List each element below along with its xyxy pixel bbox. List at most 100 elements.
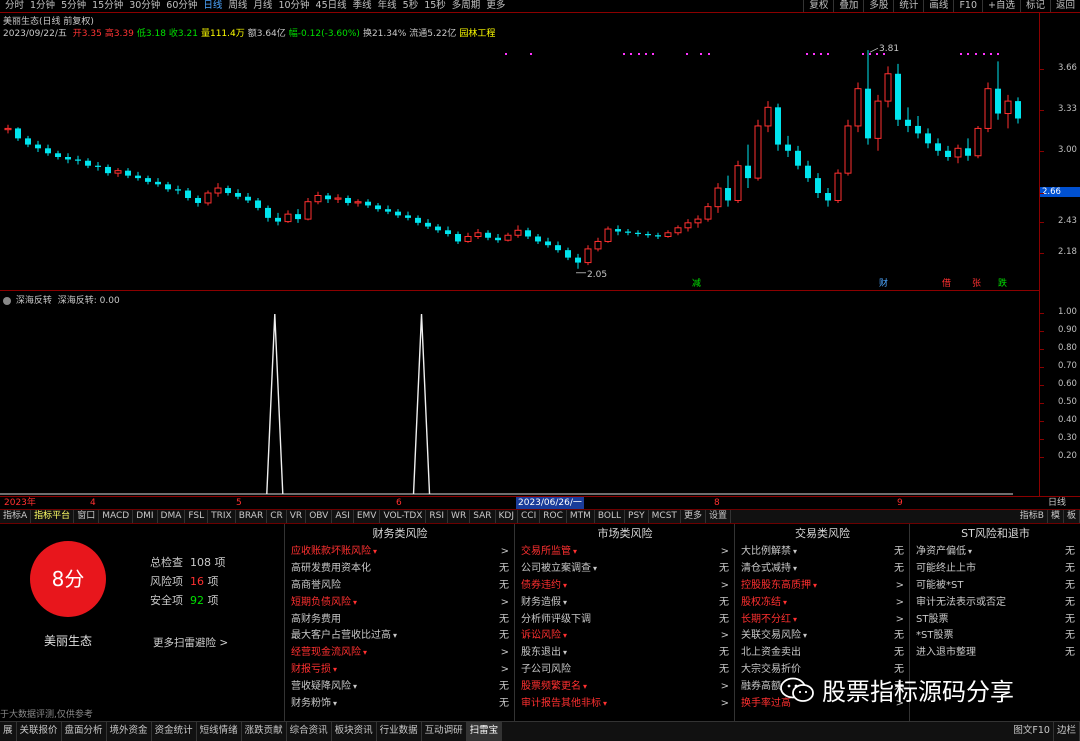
toolbar-button[interactable]: 复权 xyxy=(803,0,833,12)
period-tab[interactable]: 5秒 xyxy=(400,0,422,12)
indicator-tab[interactable]: PSY xyxy=(625,510,649,523)
risk-item[interactable]: 大比例解禁 ▾ 无 xyxy=(735,544,910,561)
bottom-tab[interactable]: 行业数据 xyxy=(377,722,422,741)
candlestick-chart[interactable]: 3.81 2.05 减 财 借 张 跌 xyxy=(0,13,1039,290)
indicator-tab[interactable]: ASI xyxy=(332,510,354,523)
bottom-right-button[interactable]: 图文F10 xyxy=(1010,722,1054,741)
period-tab[interactable]: 季线 xyxy=(350,0,375,12)
toolbar-button[interactable]: +自选 xyxy=(982,0,1020,12)
indicator-tab[interactable]: MACD xyxy=(99,510,134,523)
risk-item[interactable]: 股票频繁更名 ▾ > xyxy=(515,679,735,696)
period-tab[interactable]: 45日线 xyxy=(313,0,350,12)
toolbar-button[interactable]: 统计 xyxy=(893,0,923,12)
risk-item[interactable]: 进入退市整理 无 xyxy=(910,645,1080,662)
risk-item[interactable]: 交易所监管 ▾ > xyxy=(515,544,735,561)
risk-item[interactable]: 高商誉风险 无 xyxy=(285,578,515,595)
toolbar-button[interactable]: 叠加 xyxy=(833,0,863,12)
risk-item[interactable]: 股权冻结 ▾ > xyxy=(735,595,910,612)
indicator-tab[interactable]: DMI xyxy=(133,510,158,523)
indicator-tab[interactable]: RSI xyxy=(426,510,449,523)
indicator-tab[interactable]: 设置 xyxy=(706,510,731,523)
bottom-tab[interactable]: 互动调研 xyxy=(422,722,467,741)
risk-item[interactable]: 应收账款坏账风险 ▾ > xyxy=(285,544,515,561)
period-tab[interactable]: 周线 xyxy=(225,0,250,12)
toolbar-button[interactable]: 多股 xyxy=(863,0,893,12)
period-tab[interactable]: 多周期 xyxy=(449,0,484,12)
bottom-tab[interactable]: 资金统计 xyxy=(152,722,197,741)
period-tab[interactable]: 月线 xyxy=(250,0,275,12)
indicator-tab[interactable]: TRIX xyxy=(208,510,236,523)
bottom-tab[interactable]: 涨跌贡献 xyxy=(242,722,287,741)
period-tab[interactable]: 5分钟 xyxy=(58,0,89,12)
period-tab[interactable]: 15秒 xyxy=(421,0,449,12)
indicator-tab[interactable]: 指标平台 xyxy=(31,510,75,523)
indicator-tab[interactable]: BRAR xyxy=(236,510,268,523)
risk-item[interactable]: 股东退出 ▾ 无 xyxy=(515,645,735,662)
indicator-tab[interactable]: VOL-TDX xyxy=(380,510,427,523)
risk-item[interactable]: 净资产偏低 ▾ 无 xyxy=(910,544,1080,561)
toolbar-button[interactable]: 画线 xyxy=(923,0,953,12)
indicator-tab[interactable]: KDJ xyxy=(496,510,518,523)
more-scan-link[interactable]: 更多扫雷避险 > xyxy=(153,635,228,650)
risk-item[interactable]: 财务粉饰 ▾ 无 xyxy=(285,696,515,713)
risk-item[interactable]: 债券违约 ▾ > xyxy=(515,578,735,595)
indicator-tab[interactable]: VR xyxy=(287,510,307,523)
risk-item[interactable]: 北上资金卖出 无 xyxy=(735,645,910,662)
risk-item[interactable]: 审计无法表示或否定 无 xyxy=(910,595,1080,612)
indicator-tab-right-button[interactable]: 板 xyxy=(1064,510,1080,523)
indicator-tab[interactable]: DMA xyxy=(158,510,186,523)
period-tab[interactable]: 1分钟 xyxy=(27,0,58,12)
indicator-tab[interactable]: MTM xyxy=(567,510,595,523)
indicator-panel[interactable]: 深海反转 深海反转: 0.00 xyxy=(0,290,1040,496)
risk-item[interactable]: 财务造假 ▾ 无 xyxy=(515,595,735,612)
period-tab[interactable]: 分时 xyxy=(2,0,27,12)
bottom-right-button[interactable]: 边栏 xyxy=(1054,722,1080,741)
period-tab[interactable]: 日线 xyxy=(200,0,225,12)
indicator-tab[interactable]: SAR xyxy=(470,510,496,523)
indicator-tab[interactable]: 指标A xyxy=(0,510,32,523)
bottom-tab[interactable]: 境外资金 xyxy=(107,722,152,741)
risk-item[interactable]: 营收疑降风险 ▾ 无 xyxy=(285,679,515,696)
risk-item[interactable]: *ST股票 无 xyxy=(910,628,1080,645)
bottom-tab[interactable]: 展 xyxy=(0,722,17,741)
bottom-tab[interactable]: 短线情绪 xyxy=(197,722,242,741)
risk-item[interactable]: 分析师评级下调 无 xyxy=(515,612,735,629)
bottom-tab[interactable]: 综合资讯 xyxy=(287,722,332,741)
indicator-chart[interactable] xyxy=(0,291,1039,496)
risk-item[interactable]: ST股票 无 xyxy=(910,612,1080,629)
risk-item[interactable]: 长期不分红 ▾ > xyxy=(735,612,910,629)
indicator-tab[interactable]: FSL xyxy=(185,510,209,523)
bottom-tab[interactable]: 关联报价 xyxy=(17,722,62,741)
bottom-tab[interactable]: 板块资讯 xyxy=(332,722,377,741)
indicator-tab[interactable]: OBV xyxy=(306,510,333,523)
risk-item[interactable]: 子公司风险 无 xyxy=(515,662,735,679)
indicator-tab[interactable]: 窗口 xyxy=(74,510,100,523)
indicator-tab[interactable]: 更多 xyxy=(681,510,706,523)
risk-item[interactable]: 经营现金流风险 ▾ > xyxy=(285,645,515,662)
risk-item[interactable]: 最大客户占营收比过高 ▾ 无 xyxy=(285,628,515,645)
risk-item[interactable]: 可能终止上市 无 xyxy=(910,561,1080,578)
kline-chart-panel[interactable]: 美丽生态(日线 前复权) 2023/09/22/五 开3.35 高3.39 低3.1… xyxy=(0,13,1040,290)
indicator-tab-right-button[interactable]: 指标B xyxy=(1017,510,1048,523)
period-tab[interactable]: 30分钟 xyxy=(126,0,163,12)
risk-item[interactable]: 高财务费用 无 xyxy=(285,612,515,629)
toolbar-button[interactable]: 标记 xyxy=(1019,0,1050,12)
indicator-tab[interactable]: CCI xyxy=(518,510,541,523)
risk-item[interactable]: 财报亏损 ▾ > xyxy=(285,662,515,679)
bottom-tab[interactable]: 盘面分析 xyxy=(62,722,107,741)
indicator-tab[interactable]: BOLL xyxy=(595,510,626,523)
indicator-tab[interactable]: ROC xyxy=(540,510,567,523)
period-tab[interactable]: 60分钟 xyxy=(163,0,200,12)
bottom-tab[interactable]: 扫雷宝 xyxy=(466,722,503,741)
risk-item[interactable]: 审计报告其他非标 ▾ > xyxy=(515,696,735,713)
risk-item[interactable]: 可能被*ST 无 xyxy=(910,578,1080,595)
indicator-tab-right-button[interactable]: 模 xyxy=(1048,510,1064,523)
indicator-tab[interactable]: WR xyxy=(448,510,471,523)
period-tab[interactable]: 年线 xyxy=(375,0,400,12)
risk-item[interactable]: 清仓式减持 ▾ 无 xyxy=(735,561,910,578)
period-tab[interactable]: 10分钟 xyxy=(275,0,312,12)
period-tab[interactable]: 更多 xyxy=(483,0,508,12)
indicator-tab[interactable]: MCST xyxy=(649,510,681,523)
risk-item[interactable]: 控股股东高质押 ▾ > xyxy=(735,578,910,595)
indicator-tab[interactable]: EMV xyxy=(354,510,381,523)
